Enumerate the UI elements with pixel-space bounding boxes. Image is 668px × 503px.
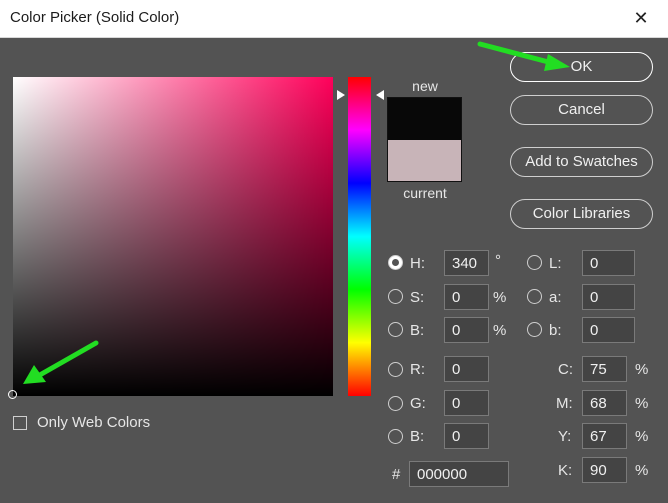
current-color-swatch[interactable] bbox=[388, 140, 461, 181]
hex-field[interactable]: 000000 bbox=[409, 461, 509, 487]
add-to-swatches-button[interactable]: Add to Swatches bbox=[510, 147, 653, 177]
green-radio[interactable] bbox=[388, 396, 403, 411]
blue-radio[interactable] bbox=[388, 429, 403, 444]
lab-l-label: L: bbox=[549, 255, 562, 272]
brightness-radio[interactable] bbox=[388, 322, 403, 337]
lab-b-field[interactable]: 0 bbox=[582, 317, 635, 343]
green-field[interactable]: 0 bbox=[444, 390, 489, 416]
hue-field[interactable]: 340 bbox=[444, 250, 489, 276]
new-color-label: new bbox=[412, 78, 438, 94]
green-label: G: bbox=[410, 395, 426, 412]
yellow-field[interactable]: 67 bbox=[582, 423, 627, 449]
blue-field[interactable]: 0 bbox=[444, 423, 489, 449]
dialog-title: Color Picker (Solid Color) bbox=[10, 9, 180, 26]
lab-b-label: b: bbox=[549, 322, 562, 339]
only-web-colors-checkbox[interactable] bbox=[13, 416, 27, 430]
only-web-colors-label[interactable]: Only Web Colors bbox=[37, 414, 150, 431]
cyan-field[interactable]: 75 bbox=[582, 356, 627, 382]
saturation-unit: % bbox=[493, 289, 507, 306]
red-label: R: bbox=[410, 361, 425, 378]
ok-pointer-arrow-icon bbox=[477, 41, 570, 71]
color-libraries-button[interactable]: Color Libraries bbox=[510, 199, 653, 229]
red-field[interactable]: 0 bbox=[444, 356, 489, 382]
hue-label: H: bbox=[410, 255, 425, 272]
black-field[interactable]: 90 bbox=[582, 457, 627, 483]
close-icon[interactable]: ✕ bbox=[628, 6, 654, 30]
saturation-label: S: bbox=[410, 289, 425, 306]
red-radio[interactable] bbox=[388, 362, 403, 377]
title-bar: Color Picker (Solid Color) ✕ bbox=[0, 0, 668, 38]
magenta-unit: % bbox=[635, 395, 649, 412]
brightness-unit: % bbox=[493, 322, 507, 339]
hue-slider-left-handle-icon[interactable] bbox=[337, 90, 345, 100]
magenta-field[interactable]: 68 bbox=[582, 390, 627, 416]
blue-label: B: bbox=[410, 428, 425, 445]
lab-a-field[interactable]: 0 bbox=[582, 284, 635, 310]
hex-label: # bbox=[392, 466, 401, 483]
black-label: K: bbox=[558, 462, 573, 479]
yellow-label: Y: bbox=[558, 428, 572, 445]
lab-l-field[interactable]: 0 bbox=[582, 250, 635, 276]
lab-l-radio[interactable] bbox=[527, 255, 542, 270]
current-color-label: current bbox=[403, 185, 447, 201]
hue-slider[interactable] bbox=[348, 77, 371, 396]
magenta-label: M: bbox=[556, 395, 573, 412]
lab-a-radio[interactable] bbox=[527, 289, 542, 304]
black-unit: % bbox=[635, 462, 649, 479]
new-color-swatch bbox=[388, 98, 461, 140]
saturation-field[interactable]: 0 bbox=[444, 284, 489, 310]
marker-pointer-arrow-icon bbox=[23, 340, 99, 384]
hue-radio[interactable] bbox=[388, 255, 403, 270]
cancel-button[interactable]: Cancel bbox=[510, 95, 653, 125]
yellow-unit: % bbox=[635, 428, 649, 445]
hue-slider-right-handle-icon[interactable] bbox=[376, 90, 384, 100]
color-picker-dialog: Color Picker (Solid Color) ✕ new current… bbox=[0, 0, 668, 503]
cyan-label: C: bbox=[558, 361, 573, 378]
saturation-radio[interactable] bbox=[388, 289, 403, 304]
color-selection-marker[interactable] bbox=[8, 390, 17, 399]
brightness-field[interactable]: 0 bbox=[444, 317, 489, 343]
cyan-unit: % bbox=[635, 361, 649, 378]
lab-a-label: a: bbox=[549, 289, 562, 306]
hue-unit: ° bbox=[495, 252, 501, 269]
color-preview bbox=[387, 97, 462, 182]
lab-b-radio[interactable] bbox=[527, 322, 542, 337]
brightness-label: B: bbox=[410, 322, 425, 339]
